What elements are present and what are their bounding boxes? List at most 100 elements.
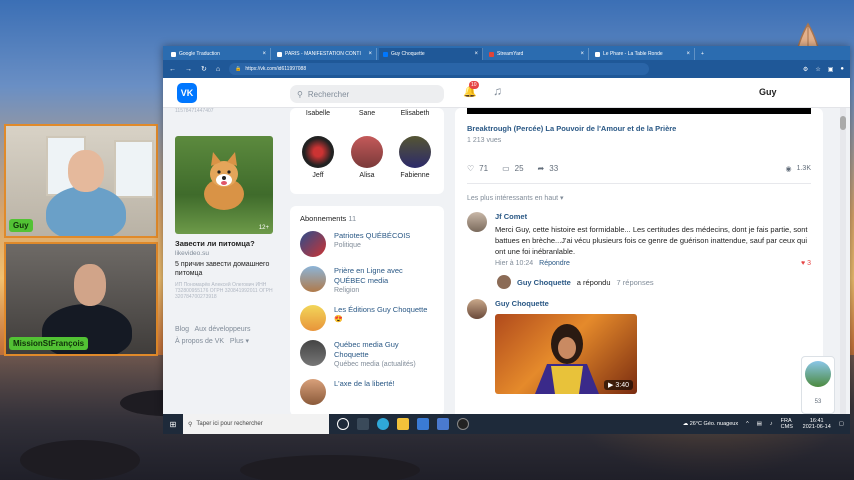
- close-icon[interactable]: ×: [368, 51, 372, 57]
- weather-widget[interactable]: ☁ 26°C Géo. nuageux: [683, 421, 738, 427]
- webcam-guy: Guy: [4, 124, 158, 238]
- avatar: [399, 136, 431, 168]
- chevron-down-icon: ▾: [560, 195, 564, 202]
- footer-about-link[interactable]: À propos de VK: [175, 338, 224, 345]
- chat-count: 53: [814, 399, 822, 405]
- task-view-icon[interactable]: [357, 418, 369, 430]
- network-icon[interactable]: ▤: [757, 421, 762, 427]
- replies-toggle[interactable]: Guy Choquette a répondu 7 réponses: [497, 275, 811, 289]
- tray-chevron-icon[interactable]: ^: [746, 421, 749, 427]
- friend-item[interactable]: Jeff: [294, 136, 342, 179]
- tab-le-phare[interactable]: Le Phare - La Table Ronde ×: [591, 48, 695, 60]
- cam-label: MissionStFrançois: [9, 337, 89, 350]
- cortana-icon[interactable]: [337, 418, 349, 430]
- friend-item[interactable]: Fabienne: [391, 136, 439, 179]
- search-icon: ⚲: [188, 421, 193, 428]
- tab-guy-choquette[interactable]: Guy Choquette ×: [379, 48, 483, 60]
- window-background: [114, 140, 154, 198]
- subscription-item[interactable]: Prière en Ligne avec QUÉBEC media Religio…: [300, 266, 434, 296]
- like-button[interactable]: ♡ 71: [467, 164, 488, 173]
- home-icon[interactable]: ⌂: [216, 66, 220, 73]
- eye-icon: ◉: [785, 165, 792, 173]
- heart-icon: ♥: [800, 260, 806, 267]
- start-button[interactable]: ⊞: [163, 420, 183, 429]
- share-button[interactable]: ➦ 33: [538, 164, 559, 173]
- friend-item[interactable]: Alisa: [343, 136, 391, 179]
- mail-icon[interactable]: [437, 418, 449, 430]
- file-explorer-icon[interactable]: [397, 418, 409, 430]
- close-icon[interactable]: ×: [474, 51, 478, 57]
- close-icon[interactable]: ×: [686, 51, 690, 57]
- comment-text: Merci Guy, cette histoire est formidable…: [495, 225, 808, 256]
- friend-item[interactable]: Sane: [343, 110, 391, 117]
- close-icon[interactable]: ×: [262, 51, 266, 57]
- browser-window: Google Traduction × PARIS - MANIFESTATION…: [163, 46, 850, 414]
- comment-author[interactable]: Guy Choquette: [495, 299, 811, 308]
- language-indicator[interactable]: FRA CMS: [781, 418, 795, 430]
- rock: [20, 440, 140, 480]
- ad-title[interactable]: Завести ли питомца?: [175, 239, 279, 248]
- ad-image[interactable]: 12+: [175, 136, 273, 234]
- footer-dev-link[interactable]: Aux développeurs: [194, 326, 250, 333]
- comment-time[interactable]: Hier à 10:24: [495, 260, 533, 267]
- left-column: 11578471447407 12+ Завести ли питомца? l…: [175, 108, 279, 348]
- cam-label: Guy: [9, 219, 33, 232]
- user-menu[interactable]: Guy: [759, 87, 777, 97]
- search-input[interactable]: ⚲ Rechercher: [290, 85, 444, 103]
- video-thumbnail[interactable]: ▶ 3:40: [495, 314, 637, 394]
- subscriptions-header[interactable]: Abonnements 11: [300, 214, 434, 223]
- volume-icon[interactable]: ♪: [770, 421, 773, 427]
- friend-item[interactable]: Isabelle: [294, 110, 342, 117]
- avatar[interactable]: [467, 212, 487, 232]
- reply-button[interactable]: Répondre: [539, 260, 570, 267]
- extension-icon[interactable]: ⚙: [803, 66, 808, 73]
- footer-blog-link[interactable]: Blog: [175, 326, 189, 333]
- video-duration: ▶ 3:40: [604, 380, 633, 390]
- subscription-item[interactable]: Québec media Guy Choquette Québec media (…: [300, 340, 434, 370]
- back-icon[interactable]: ←: [169, 66, 176, 73]
- collections-icon[interactable]: ▣: [828, 66, 834, 73]
- comment-button[interactable]: ▭ 25: [502, 164, 523, 173]
- footer-more-link[interactable]: Plus: [230, 338, 244, 345]
- reload-icon[interactable]: ↻: [201, 65, 207, 73]
- favicon-icon: [595, 51, 600, 57]
- profile-icon[interactable]: ●: [840, 66, 844, 73]
- vk-header: VK ⚲ Rechercher 🔔 10 ♫ Guy: [163, 78, 850, 108]
- search-icon: ⚲: [297, 89, 303, 99]
- forward-icon[interactable]: →: [185, 66, 192, 73]
- subscription-item[interactable]: Patriotes QUÉBÉCOIS Politique: [300, 231, 434, 257]
- post-title[interactable]: Breaktrough (Percée) La Pouvoir de l'Amo…: [467, 124, 811, 133]
- tab-google-traduction[interactable]: Google Traduction ×: [167, 48, 271, 60]
- comment-like-button[interactable]: ♥ 3: [801, 260, 811, 267]
- close-icon[interactable]: ×: [580, 51, 584, 57]
- rock: [240, 455, 420, 480]
- video-player-bottom[interactable]: [467, 108, 811, 114]
- new-tab-button[interactable]: +: [697, 48, 713, 60]
- comment-sort-dropdown[interactable]: Les plus intéressants en haut ▾: [467, 194, 811, 202]
- favorite-icon[interactable]: ☆: [815, 66, 820, 73]
- favicon-icon: [277, 51, 282, 57]
- tab-streamyard[interactable]: StreamYard ×: [485, 48, 589, 60]
- subscription-item[interactable]: L'axe de la liberté!: [300, 379, 434, 405]
- clock[interactable]: 16:41 2021-06-14: [803, 418, 831, 430]
- scrollbar[interactable]: [840, 108, 846, 414]
- scrollbar-thumb[interactable]: [840, 116, 846, 130]
- subscription-item[interactable]: Les Éditions Guy Choquette 😍: [300, 305, 434, 331]
- app-icon[interactable]: [457, 418, 469, 430]
- vk-logo[interactable]: VK: [177, 82, 197, 103]
- chat-widget[interactable]: 53: [801, 356, 835, 414]
- avatar[interactable]: [467, 299, 487, 319]
- ad-site[interactable]: likevideo.su: [175, 250, 279, 257]
- chevron-down-icon: ▾: [245, 338, 249, 345]
- store-icon[interactable]: [417, 418, 429, 430]
- edge-icon[interactable]: [377, 418, 389, 430]
- friend-item[interactable]: Elisabeth: [391, 110, 439, 117]
- tab-paris-manifestation[interactable]: PARIS - MANIFESTATION CONTI ×: [273, 48, 377, 60]
- avatar: [300, 340, 326, 366]
- notification-center-icon[interactable]: ▢: [839, 421, 844, 427]
- vk-favicon-icon: [383, 51, 388, 57]
- taskbar-search[interactable]: ⚲ Taper ici pour rechercher: [183, 414, 329, 434]
- comment-author[interactable]: Jf Comet: [495, 212, 811, 221]
- url-field[interactable]: 🔒 https://vk.com/id611997088: [229, 63, 650, 75]
- music-icon[interactable]: ♫: [493, 84, 502, 98]
